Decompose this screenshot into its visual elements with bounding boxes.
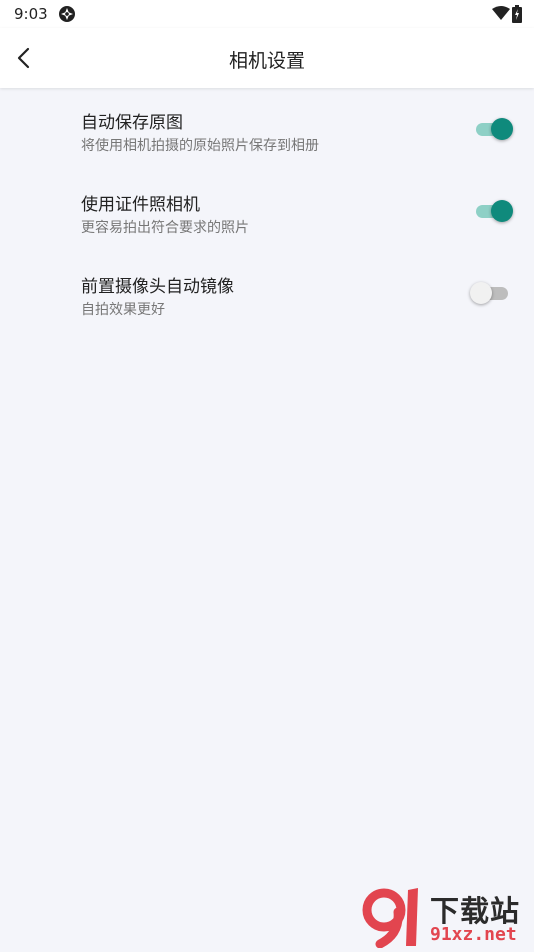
site-watermark: 下载站 91xz.net	[360, 886, 534, 950]
setting-id-photo-camera: 使用证件照相机 更容易拍出符合要求的照片	[0, 171, 534, 253]
toggle-thumb	[491, 118, 513, 140]
page-title: 相机设置	[228, 50, 305, 72]
toggle-thumb	[470, 282, 492, 304]
setting-description: 更容易拍出符合要求的照片	[81, 220, 249, 236]
setting-front-camera-mirror: 前置摄像头自动镜像 自拍效果更好	[0, 253, 534, 335]
status-time: 9:03	[14, 5, 48, 23]
id-photo-camera-toggle[interactable]	[474, 198, 514, 224]
status-bar: 9:03	[0, 0, 534, 28]
front-camera-mirror-toggle[interactable]	[470, 280, 514, 306]
app-notification-icon	[58, 5, 76, 23]
watermark-text-bottom: 91xz.net	[430, 924, 517, 945]
setting-description: 将使用相机拍摄的原始照片保存到相册	[81, 138, 319, 154]
watermark-logo-icon	[362, 886, 424, 949]
setting-auto-save-original: 自动保存原图 将使用相机拍摄的原始照片保存到相册	[0, 89, 534, 171]
wifi-icon	[492, 6, 510, 21]
setting-title: 前置摄像头自动镜像	[81, 277, 234, 297]
toggle-thumb	[491, 200, 513, 222]
battery-charging-icon	[512, 5, 522, 23]
setting-title: 使用证件照相机	[81, 195, 200, 215]
auto-save-original-toggle[interactable]	[474, 116, 514, 142]
settings-list: 自动保存原图 将使用相机拍摄的原始照片保存到相册 使用证件照相机 更容易拍出符合…	[0, 89, 534, 335]
setting-title: 自动保存原图	[81, 113, 183, 133]
setting-description: 自拍效果更好	[81, 302, 165, 318]
app-bar: 相机设置	[0, 28, 534, 88]
